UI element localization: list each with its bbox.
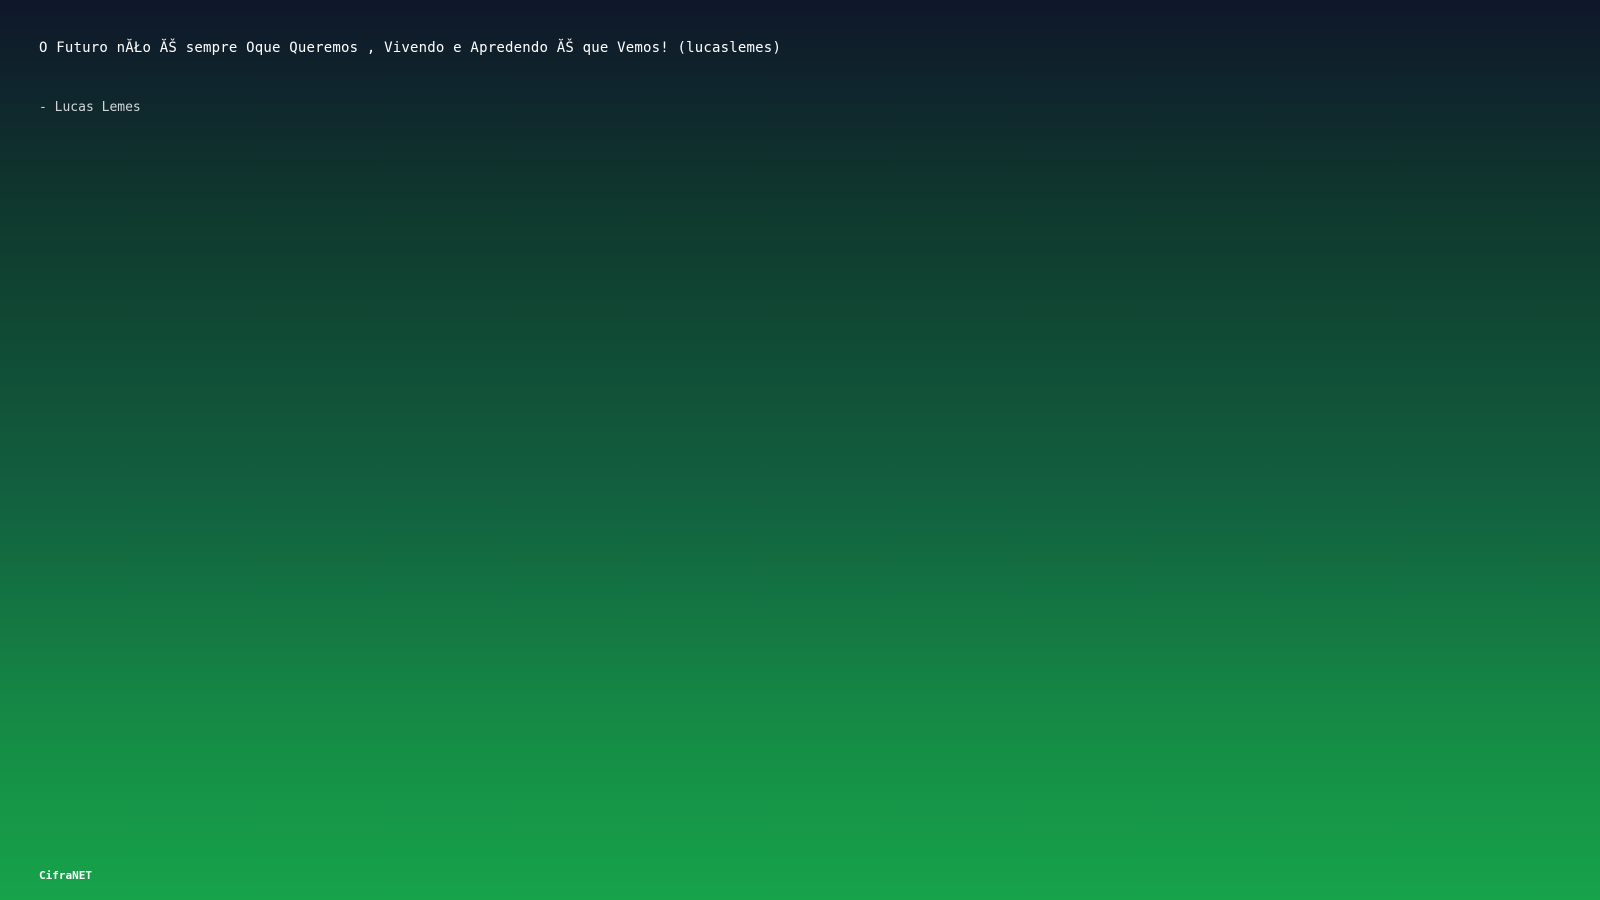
brand-label: CifraNET [39, 869, 92, 882]
screensaver-screen: O Futuro nĂŁo ĂŠ sempre Oque Queremos , … [0, 0, 1600, 900]
quote-text: O Futuro nĂŁo ĂŠ sempre Oque Queremos , … [39, 40, 782, 56]
quote-author: - Lucas Lemes [39, 100, 141, 115]
